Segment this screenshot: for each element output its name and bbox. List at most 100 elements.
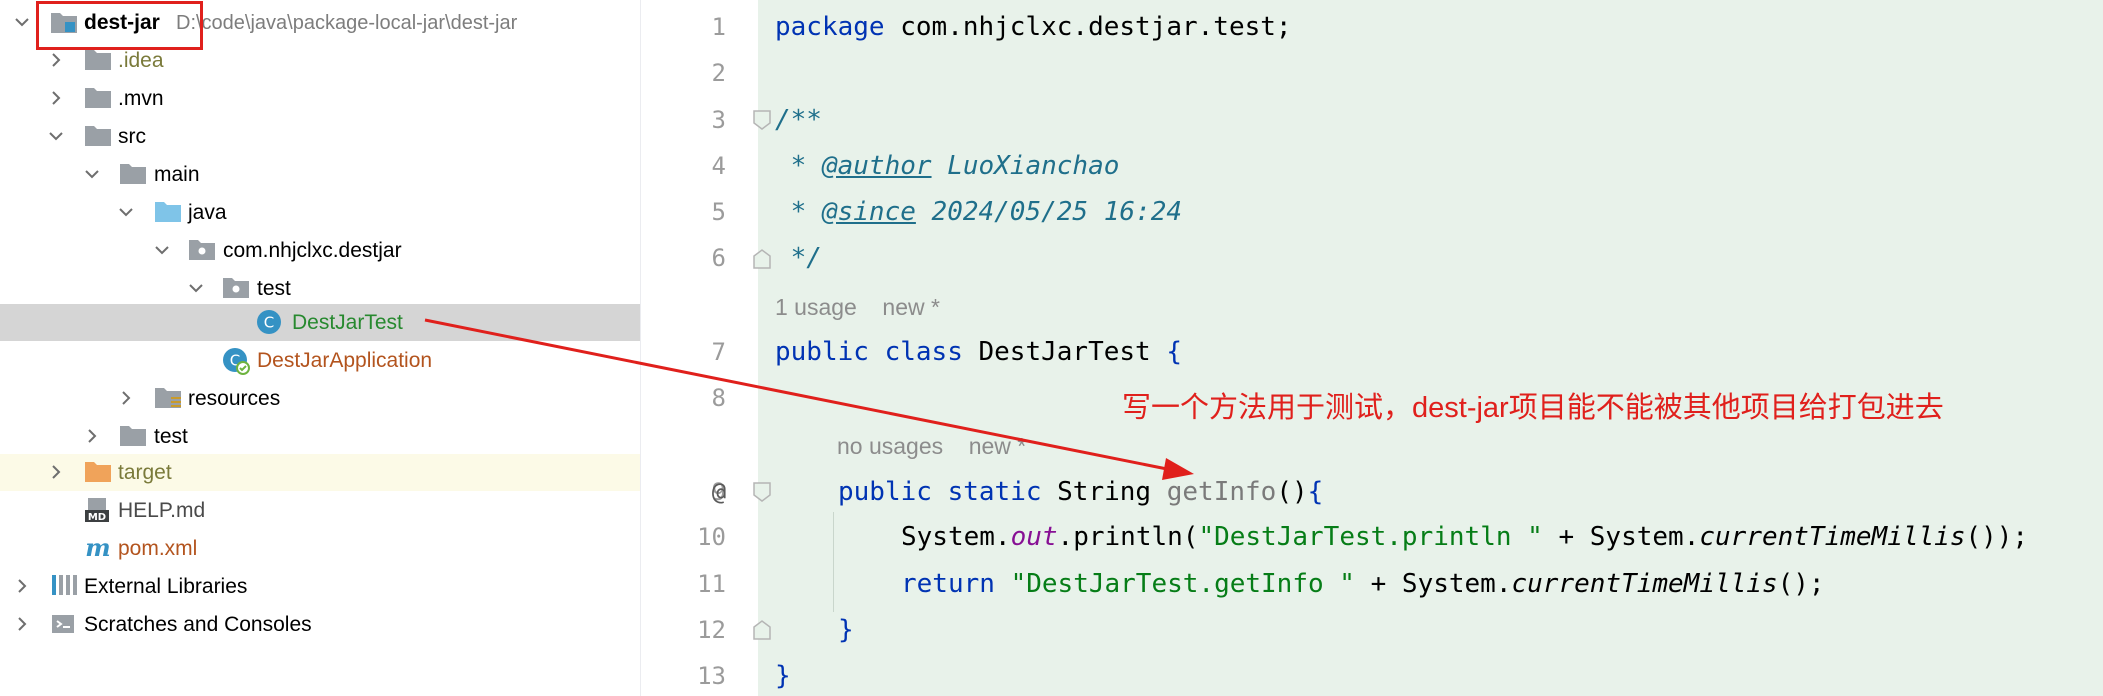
code-line-10[interactable]: System.out.println("DestJarTest.println … [901,521,2028,553]
package-icon [222,275,250,301]
tree-item-label: .mvn [118,87,164,110]
code-line-9[interactable]: public static String getInfo(){ [838,476,1323,508]
folder-icon [119,161,147,187]
tree-item-label: com.nhjclxc.destjar [223,239,402,262]
scratches-icon [50,611,78,637]
tree-item-idea[interactable]: .idea [0,42,640,79]
override-gutter-marker[interactable]: @ [704,477,734,507]
tree-item-label: resources [188,387,281,410]
java-class-icon: C [256,309,284,335]
libraries-icon [50,573,78,599]
tree-item-label: test [257,277,291,300]
tree-item-mvn[interactable]: .mvn [0,80,640,117]
annotation-text: 写一个方法用于测试，dest-jar项目能不能被其他项目给打包进去 [1122,392,1944,424]
line-number: 7 [711,338,726,366]
tree-item-label: pom.xml [118,537,198,560]
method-usage-hint[interactable]: no usages new * [837,431,1026,461]
tree-item-help-md[interactable]: MD HELP.md [0,492,640,529]
line-number: 5 [711,198,726,226]
tree-item-target[interactable]: target [0,454,640,491]
tree-item-test-package[interactable]: test [0,270,640,307]
tree-item-pom-xml[interactable]: m pom.xml [0,530,640,567]
chevron-right-icon[interactable] [46,462,66,482]
resources-folder-icon [154,385,182,411]
excluded-folder-icon [84,459,112,485]
chevron-down-icon[interactable] [12,12,32,32]
module-folder-icon [50,10,78,36]
fold-end-icon[interactable] [751,619,773,641]
package-icon [188,237,216,263]
folder-icon [84,85,112,111]
root-project-path: D:\code\java\package-local-jar\dest-jar [176,12,518,34]
source-folder-icon [154,199,182,225]
tree-item-dest-jar-application[interactable]: C DestJarApplication [0,342,640,379]
tree-item-label: HELP.md [118,499,206,522]
tree-item-label: .idea [118,49,164,72]
code-line-12[interactable]: } [838,614,854,646]
chevron-down-icon[interactable] [116,202,136,222]
folder-icon [119,423,147,449]
code-editor[interactable]: 1 2 3 4 5 6 7 8 9 10 11 12 13 @ package … [642,0,2103,696]
code-line-5[interactable]: * @since 2024/05/25 16:24 [775,196,1182,228]
chevron-down-icon[interactable] [46,126,66,146]
tree-item-label: External Libraries [84,575,248,598]
root-project-name: dest-jar [84,11,160,34]
tree-item-resources[interactable]: resources [0,380,640,417]
line-number: 13 [697,662,726,690]
chevron-down-icon[interactable] [186,278,206,298]
chevron-right-icon[interactable] [12,576,32,596]
code-line-1[interactable]: package com.nhjclxc.destjar.test; [775,11,1292,43]
line-number: 6 [711,244,726,272]
maven-file-icon: m [84,535,112,561]
line-number: 8 [711,384,726,412]
tree-item-dest-jar[interactable]: dest-jar D:\code\java\package-local-jar\… [0,4,640,41]
chevron-right-icon[interactable] [116,388,136,408]
editor-gutter[interactable]: 1 2 3 4 5 6 7 8 9 10 11 12 13 @ [642,0,758,696]
chevron-down-icon[interactable] [82,164,102,184]
code-line-11[interactable]: return "DestJarTest.getInfo " + System.c… [901,568,1825,600]
tree-item-label: src [118,125,146,148]
tree-item-label: DestJarApplication [257,349,433,372]
tree-item-label: DestJarTest [292,311,403,334]
chevron-right-icon[interactable] [82,426,102,446]
line-number: 1 [711,13,726,41]
chevron-right-icon[interactable] [46,50,66,70]
line-number: 10 [697,523,726,551]
fold-end-icon[interactable] [751,248,773,270]
project-tree-panel[interactable]: dest-jar D:\code\java\package-local-jar\… [0,0,641,696]
tree-item-scratches-and-consoles[interactable]: Scratches and Consoles [0,606,640,643]
code-line-3[interactable]: /** [775,104,822,136]
tree-item-label: target [118,461,172,484]
tree-item-label: Scratches and Consoles [84,613,312,636]
line-number: 11 [697,570,726,598]
tree-item-label: main [154,163,200,186]
line-number: 4 [711,152,726,180]
tree-item-external-libraries[interactable]: External Libraries [0,568,640,605]
tree-item-label: test [154,425,188,448]
tree-item-label: java [188,201,227,224]
code-line-13[interactable]: } [775,660,791,692]
chevron-right-icon[interactable] [12,614,32,634]
tree-item-dest-jar-test[interactable]: C DestJarTest [0,304,640,341]
tree-item-test-dir[interactable]: test [0,418,640,455]
line-number: 12 [697,616,726,644]
line-number: 2 [711,59,726,87]
code-line-4[interactable]: * @author LuoXianchao [775,150,1120,182]
tree-item-package[interactable]: com.nhjclxc.destjar [0,232,640,269]
chevron-down-icon[interactable] [152,240,172,260]
tree-item-src[interactable]: src [0,118,640,155]
maven-icon-letter: m [85,535,110,561]
markdown-file-icon: MD [84,497,112,523]
chevron-right-icon[interactable] [46,88,66,108]
spring-boot-class-icon: C [222,347,250,375]
fold-marker-icon[interactable] [751,109,773,131]
tree-item-java[interactable]: java [0,194,640,231]
fold-marker-icon[interactable] [751,481,773,503]
code-line-6[interactable]: */ [775,242,822,274]
tree-item-main[interactable]: main [0,156,640,193]
code-line-7[interactable]: public class DestJarTest { [775,336,1182,368]
md-icon-letters: MD [88,512,106,523]
folder-icon [84,123,112,149]
class-usage-hint[interactable]: 1 usage new * [775,292,940,322]
indent-guide [833,512,834,612]
